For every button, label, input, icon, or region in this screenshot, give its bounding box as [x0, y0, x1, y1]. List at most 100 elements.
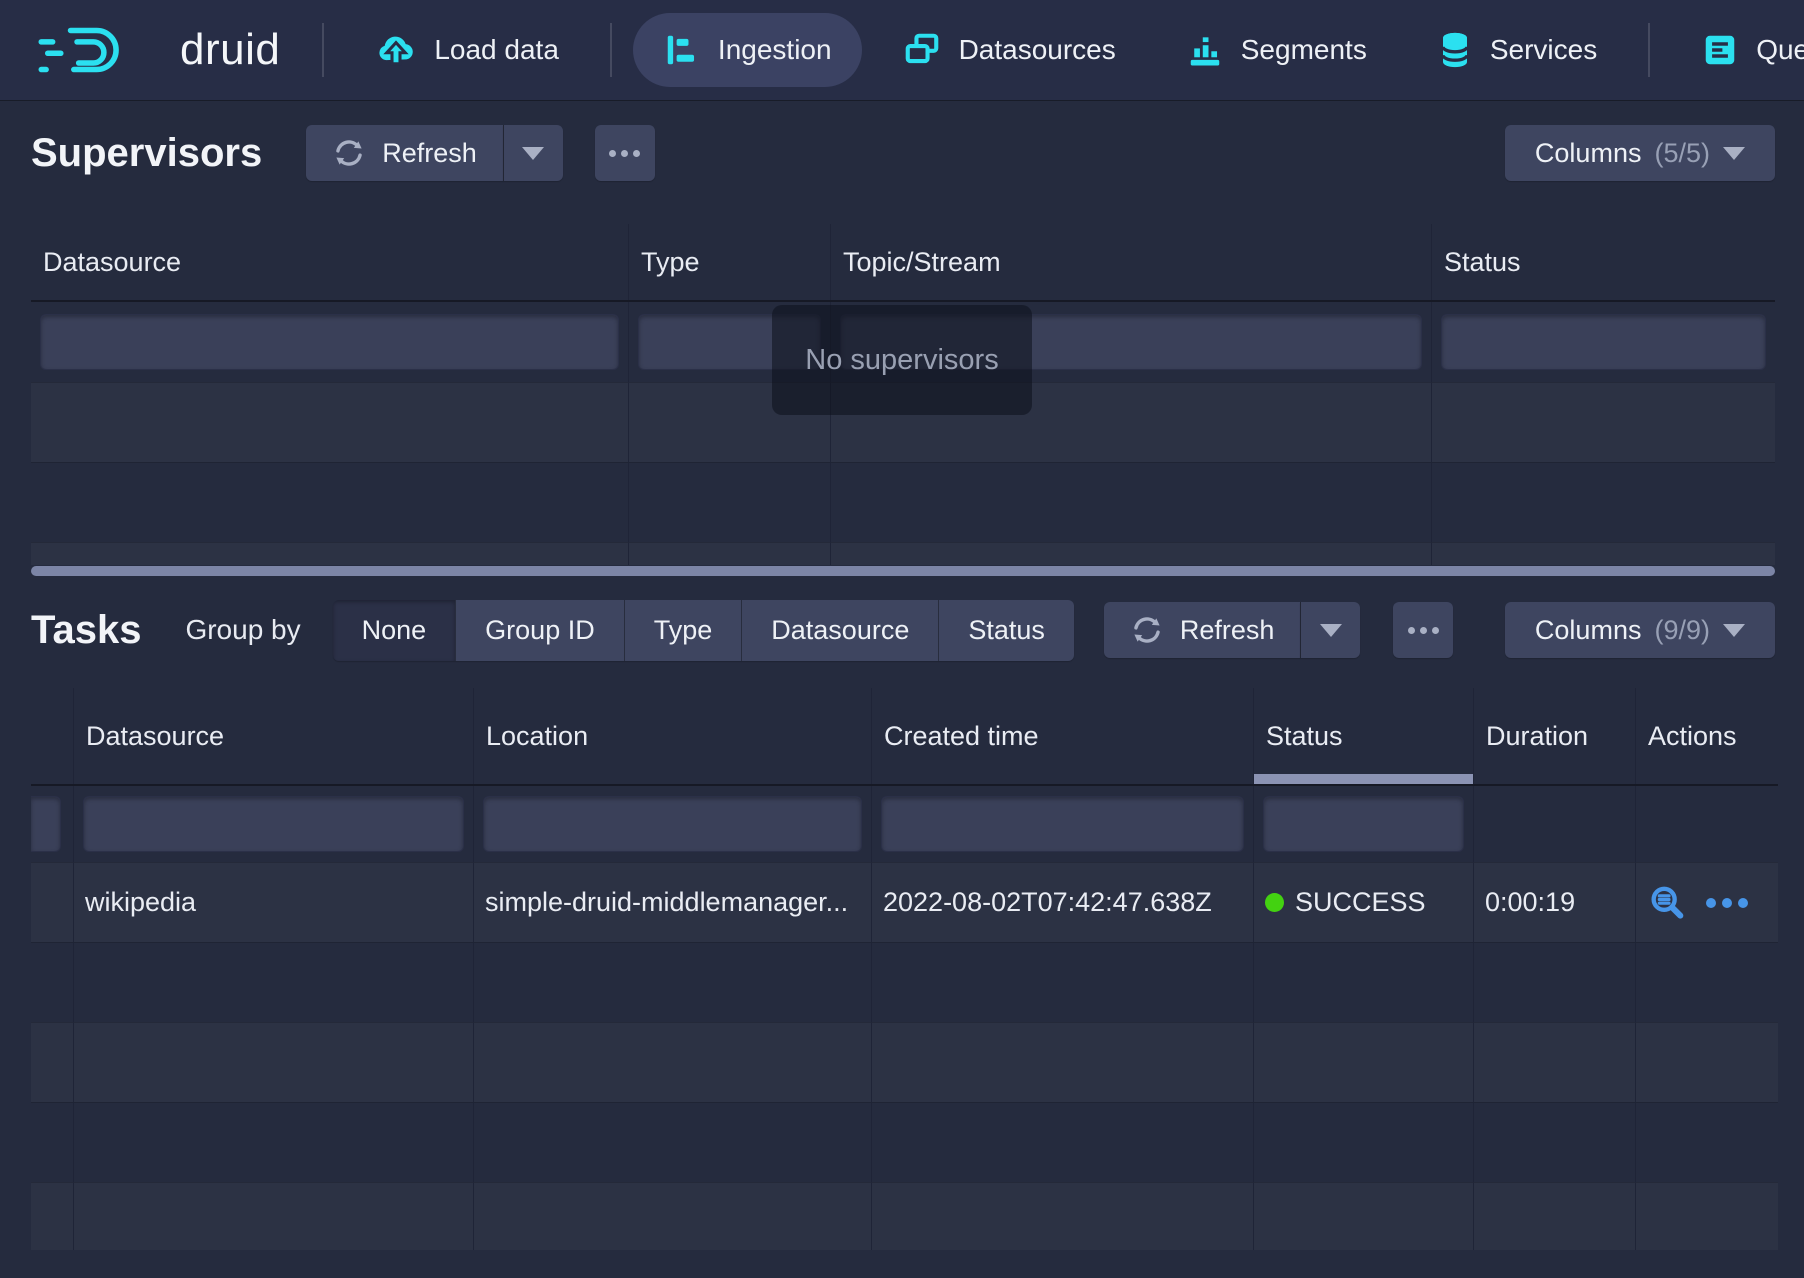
- filter-hidden-column-input[interactable]: [31, 796, 61, 852]
- column-header-status[interactable]: Status: [1432, 224, 1775, 300]
- task-created-time-cell: 2022-08-02T07:42:47.638Z: [872, 862, 1254, 942]
- column-header-status-sorted[interactable]: Status: [1254, 688, 1474, 784]
- columns-count: (9/9): [1654, 615, 1710, 646]
- supervisors-refresh-split-button: Refresh: [306, 125, 563, 181]
- task-filter-status-input[interactable]: [1263, 796, 1464, 852]
- nav-item-label: Datasources: [959, 34, 1116, 66]
- horizontal-scrollbar[interactable]: [31, 566, 1775, 576]
- ingestion-icon: [663, 31, 701, 69]
- refresh-icon: [1130, 613, 1164, 647]
- group-by-label: Group by: [185, 614, 300, 646]
- query-icon: [1701, 31, 1739, 69]
- task-datasource-cell: wikipedia: [74, 862, 474, 942]
- column-header-actions[interactable]: Actions: [1636, 688, 1778, 784]
- nav-datasources[interactable]: Datasources: [872, 13, 1146, 87]
- nav-divider: [610, 23, 612, 77]
- nav-ingestion[interactable]: Ingestion: [633, 13, 862, 87]
- tasks-title: Tasks: [31, 608, 141, 653]
- nav-query[interactable]: Query: [1671, 13, 1804, 87]
- empty-row: [31, 942, 1778, 1022]
- empty-row: [31, 1102, 1778, 1182]
- supervisors-more-button[interactable]: [595, 125, 655, 181]
- refresh-icon: [332, 136, 366, 170]
- refresh-label: Refresh: [1180, 615, 1275, 646]
- column-header-hidden: [31, 688, 74, 784]
- tasks-columns-button[interactable]: Columns (9/9): [1505, 602, 1775, 658]
- tasks-filter-row: [31, 786, 1778, 862]
- no-supervisors-message: No supervisors: [772, 305, 1032, 415]
- column-header-topic-stream[interactable]: Topic/Stream: [831, 224, 1432, 300]
- nav-item-label: Ingestion: [718, 34, 832, 66]
- supervisors-refresh-caret-button[interactable]: [503, 125, 563, 181]
- supervisors-toolbar: Supervisors Refresh Columns (5/5): [31, 116, 1775, 190]
- column-header-created-time[interactable]: Created time: [872, 688, 1254, 784]
- tasks-table-header: Datasource Location Created time Status …: [31, 688, 1778, 786]
- supervisors-table: Datasource Type Topic/Stream Status No s…: [31, 224, 1775, 565]
- datasources-icon: [902, 31, 942, 69]
- druid-brand[interactable]: druid: [38, 22, 280, 78]
- status-text: SUCCESS: [1295, 887, 1426, 918]
- task-status-cell: SUCCESS: [1254, 862, 1474, 942]
- nav-item-label: Load data: [434, 34, 559, 66]
- columns-label: Columns: [1535, 138, 1642, 169]
- empty-row: [31, 542, 1775, 565]
- column-header-datasource[interactable]: Datasource: [74, 688, 474, 784]
- column-header-duration[interactable]: Duration: [1474, 688, 1636, 784]
- empty-row: [31, 1022, 1778, 1102]
- group-by-datasource-button[interactable]: Datasource: [741, 600, 938, 661]
- task-detail-magnifier-icon[interactable]: [1647, 883, 1687, 923]
- task-filter-created-time-input[interactable]: [881, 796, 1244, 852]
- group-by-none-button[interactable]: None: [333, 600, 456, 661]
- task-duration-cell: 0:00:19: [1474, 862, 1636, 942]
- chevron-down-icon: [1723, 147, 1745, 160]
- column-header-datasource[interactable]: Datasource: [31, 224, 629, 300]
- group-by-type-button[interactable]: Type: [624, 600, 742, 661]
- chevron-down-icon: [1320, 624, 1342, 637]
- navbar: druid Load data Ingestion Datasources: [0, 0, 1804, 100]
- task-actions-more-icon[interactable]: [1706, 898, 1748, 908]
- nav-services[interactable]: Services: [1407, 13, 1627, 87]
- tasks-refresh-caret-button[interactable]: [1300, 602, 1360, 658]
- tasks-refresh-button[interactable]: Refresh: [1104, 602, 1301, 658]
- nav-divider: [1648, 23, 1650, 77]
- filter-status-input[interactable]: [1441, 314, 1766, 370]
- group-by-group-id-button[interactable]: Group ID: [455, 600, 624, 661]
- task-filter-location-input[interactable]: [483, 796, 862, 852]
- tasks-more-button[interactable]: [1393, 602, 1453, 658]
- empty-row: [31, 1182, 1778, 1250]
- task-filter-datasource-input[interactable]: [83, 796, 464, 852]
- column-header-location[interactable]: Location: [474, 688, 872, 784]
- columns-label: Columns: [1535, 615, 1642, 646]
- nav-load-data[interactable]: Load data: [345, 13, 589, 87]
- success-status-dot-icon: [1265, 893, 1284, 912]
- brand-name: druid: [180, 25, 280, 75]
- chevron-down-icon: [1723, 624, 1745, 637]
- supervisors-columns-button[interactable]: Columns (5/5): [1505, 125, 1775, 181]
- supervisors-title: Supervisors: [31, 131, 262, 176]
- refresh-label: Refresh: [382, 138, 477, 169]
- cloud-upload-icon: [375, 30, 417, 70]
- empty-row: [31, 462, 1775, 542]
- more-icon: [1408, 627, 1415, 634]
- nav-segments[interactable]: Segments: [1156, 13, 1397, 87]
- tasks-refresh-split-button: Refresh: [1104, 602, 1361, 658]
- supervisors-table-header: Datasource Type Topic/Stream Status: [31, 224, 1775, 302]
- filter-datasource-input[interactable]: [40, 314, 619, 370]
- segments-icon: [1186, 31, 1224, 69]
- tasks-toolbar: Tasks Group by None Group ID Type Dataso…: [31, 598, 1775, 662]
- nav-divider: [322, 23, 324, 77]
- supervisors-refresh-button[interactable]: Refresh: [306, 125, 503, 181]
- nav-item-label: Query: [1756, 34, 1804, 66]
- column-header-type[interactable]: Type: [629, 224, 831, 300]
- tasks-table: Datasource Location Created time Status …: [31, 688, 1778, 1250]
- chevron-down-icon: [522, 147, 544, 160]
- task-row-wikipedia[interactable]: wikipedia simple-druid-middlemanager... …: [31, 862, 1778, 942]
- services-icon: [1437, 30, 1473, 70]
- group-by-status-button[interactable]: Status: [938, 600, 1074, 661]
- task-location-cell: simple-druid-middlemanager...: [474, 862, 872, 942]
- more-icon: [609, 150, 616, 157]
- nav-item-label: Segments: [1241, 34, 1367, 66]
- nav-item-label: Services: [1490, 34, 1597, 66]
- druid-logo-icon: [38, 22, 160, 78]
- columns-count: (5/5): [1654, 138, 1710, 169]
